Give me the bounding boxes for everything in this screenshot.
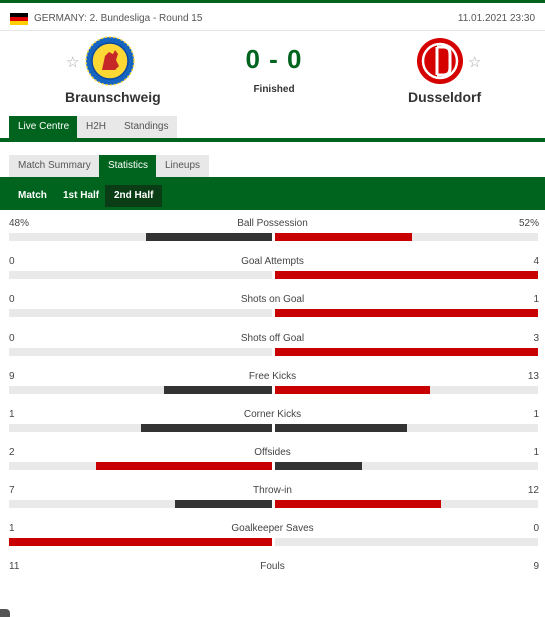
stat-away-bar — [275, 233, 412, 241]
stat-home-track — [9, 233, 272, 241]
stat-name: Goalkeeper Saves — [231, 523, 314, 534]
stat-home-track — [9, 348, 272, 356]
stat-home-bar — [164, 386, 272, 394]
stat-away-value: 13 — [527, 371, 539, 382]
favorite-home-star-icon[interactable]: ☆ — [66, 55, 79, 70]
stat-home-track — [9, 462, 272, 470]
stat-away-track — [275, 309, 538, 317]
stat-home-track — [9, 424, 272, 432]
stat-row-goalkeeper-saves: 1 Goalkeeper Saves 0 — [0, 517, 545, 555]
summary-tabs: Match Summary Statistics Lineups — [0, 155, 545, 181]
stat-away-track — [275, 424, 538, 432]
stat-name: Goal Attempts — [241, 256, 304, 267]
stat-row-offsides: 2 Offsides 1 — [0, 441, 545, 479]
tab-h2h[interactable]: H2H — [77, 116, 116, 138]
stat-row-ball-possession: 48% Ball Possession 52% — [0, 212, 545, 250]
match-score: 0 - 0 — [245, 44, 303, 74]
stat-away-track — [275, 271, 538, 279]
stat-name: Shots off Goal — [240, 333, 305, 344]
stat-home-track — [9, 500, 272, 508]
stat-away-track — [275, 538, 538, 546]
stat-row-free-kicks: 9 Free Kicks 13 — [0, 365, 545, 403]
stat-name: Free Kicks — [248, 371, 297, 382]
stat-home-bar — [145, 233, 272, 241]
home-team-name[interactable]: Braunschweig — [65, 89, 161, 105]
stat-name: Fouls — [260, 561, 285, 572]
stat-away-value: 0 — [533, 523, 539, 534]
dusseldorf-logo[interactable] — [415, 36, 465, 86]
stat-away-bar — [275, 386, 431, 394]
stat-row-shots-off-goal: 0 Shots off Goal 3 — [0, 327, 545, 365]
braunschweig-logo[interactable] — [85, 36, 135, 86]
main-tabs: Live Centre H2H Standings — [0, 116, 545, 142]
tab-statistics[interactable]: Statistics — [99, 155, 158, 177]
stat-name: Shots on Goal — [240, 294, 305, 305]
stat-away-value: 1 — [533, 447, 539, 458]
match-datetime: 11.01.2021 23:30 — [457, 13, 535, 24]
match-status: Finished — [253, 84, 295, 95]
scroll-indicator[interactable] — [0, 609, 10, 617]
period-tabs: Match 1st Half 2nd Half — [0, 181, 545, 210]
stat-home-bar — [140, 424, 272, 432]
stat-home-bar — [95, 462, 272, 470]
stat-away-bar — [275, 424, 407, 432]
stat-home-track — [9, 271, 272, 279]
tab-lineups[interactable]: Lineups — [156, 155, 210, 177]
stat-away-track — [275, 462, 538, 470]
stat-away-value: 52% — [518, 218, 539, 229]
stat-home-bar — [9, 538, 272, 546]
stat-name: Ball Possession — [237, 218, 308, 229]
stat-away-value: 3 — [533, 333, 539, 344]
stat-away-value: 9 — [533, 561, 539, 572]
league-label[interactable]: GERMANY: 2. Bundesliga - Round 15 — [34, 13, 202, 24]
tab-match-summary[interactable]: Match Summary — [9, 155, 100, 177]
stat-away-value: 4 — [533, 256, 539, 267]
stat-row-throw-in: 7 Throw-in 12 — [0, 479, 545, 517]
stat-away-value: 12 — [527, 485, 539, 496]
stat-away-bar — [275, 462, 362, 470]
tab-period-2nd-half[interactable]: 2nd Half — [105, 185, 163, 207]
stat-name: Corner Kicks — [243, 409, 302, 420]
tab-period-match[interactable]: Match — [9, 185, 56, 207]
germany-flag-icon — [10, 13, 28, 25]
match-scoreboard: ☆ Braunschweig 0 - 0 Finished ☆ Dusseldo… — [0, 32, 545, 112]
stat-away-track — [275, 233, 538, 241]
away-team-name[interactable]: Dusseldorf — [408, 89, 481, 105]
content-fade-overlay — [0, 573, 545, 617]
stat-away-value: 1 — [533, 409, 539, 420]
stat-name: Throw-in — [253, 485, 292, 496]
tab-live-centre[interactable]: Live Centre — [9, 116, 79, 138]
tab-standings[interactable]: Standings — [115, 116, 178, 138]
stat-away-bar — [275, 271, 538, 279]
stat-away-track — [275, 386, 538, 394]
stat-away-bar — [275, 500, 441, 508]
stat-row-shots-on-goal: 0 Shots on Goal 1 — [0, 288, 545, 326]
stat-row-corner-kicks: 1 Corner Kicks 1 — [0, 403, 545, 441]
stat-away-bar — [275, 348, 538, 356]
match-header: GERMANY: 2. Bundesliga - Round 15 11.01.… — [0, 3, 545, 31]
tab-period-1st-half[interactable]: 1st Half — [54, 185, 108, 207]
stat-name: Offsides — [254, 447, 291, 458]
stat-away-track — [275, 348, 538, 356]
stat-away-bar — [275, 309, 538, 317]
stat-home-track — [9, 386, 272, 394]
stat-home-bar — [174, 500, 272, 508]
stat-away-value: 1 — [533, 294, 539, 305]
favorite-away-star-icon[interactable]: ☆ — [468, 55, 481, 70]
stat-away-track — [275, 500, 538, 508]
stat-home-track — [9, 309, 272, 317]
stat-home-track — [9, 538, 272, 546]
stat-row-goal-attempts: 0 Goal Attempts 4 — [0, 250, 545, 288]
